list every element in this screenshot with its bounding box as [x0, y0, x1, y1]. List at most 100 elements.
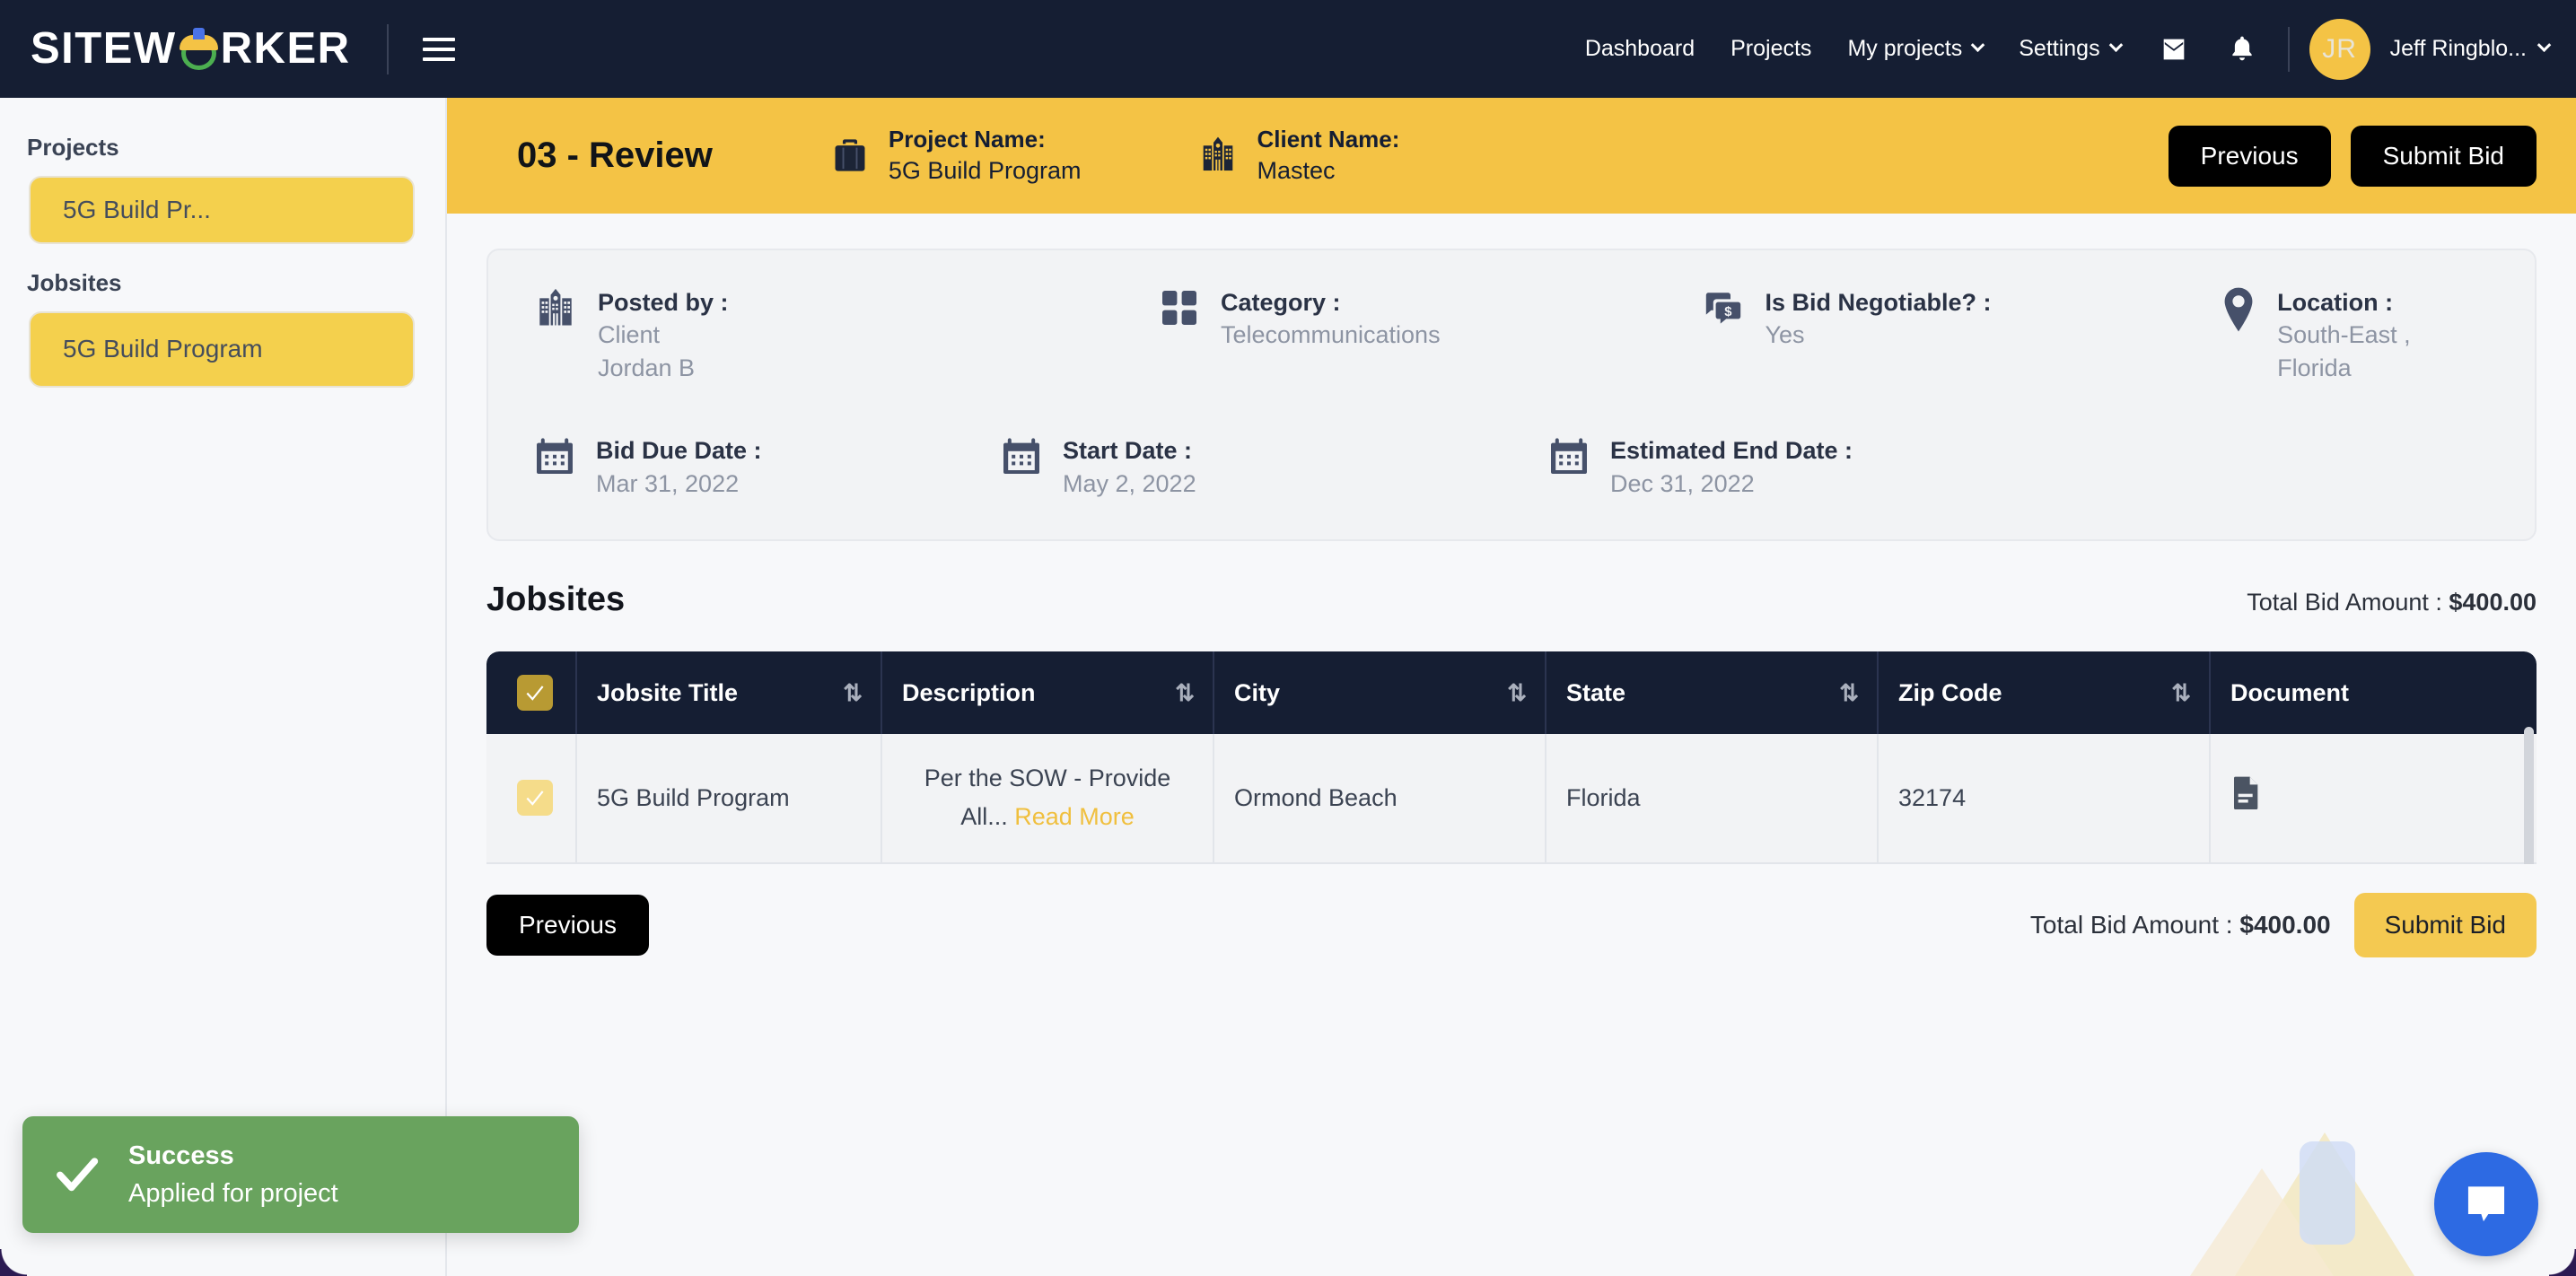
table-header-row: Jobsite Title ⇅ Description ⇅ City ⇅ Sta…: [486, 651, 2537, 735]
table-header-city[interactable]: City ⇅: [1214, 651, 1546, 735]
app-window: SITEW RKER Dashboard Projects My project…: [0, 0, 2576, 1276]
jobsites-section-header: Jobsites Total Bid Amount : $400.00: [486, 581, 2537, 619]
detail-estimated-end-date-value: Dec 31, 2022: [1610, 469, 1755, 497]
avatar[interactable]: JR: [2309, 18, 2370, 80]
notification-bell-icon[interactable]: [2209, 34, 2275, 65]
submit-bid-button-top[interactable]: Submit Bid: [2350, 125, 2537, 187]
header-project-value: 5G Build Program: [888, 156, 1082, 184]
map-pin-icon: [2220, 286, 2257, 333]
table-header-jobsite-title[interactable]: Jobsite Title ⇅: [576, 651, 882, 735]
chat-dollar-icon: $: [1702, 286, 1745, 329]
hamburger-menu-icon[interactable]: [422, 37, 455, 61]
select-all-checkbox[interactable]: [517, 675, 553, 712]
nav-separator: [2287, 26, 2290, 72]
chat-bubble-icon[interactable]: [2434, 1152, 2538, 1256]
detail-bid-due-date: Bid Due Date : Mar 31, 2022: [533, 434, 1000, 500]
check-icon: [526, 791, 544, 807]
top-navigation-bar: SITEW RKER Dashboard Projects My project…: [0, 0, 2576, 98]
nav-link-projects-label: Projects: [1730, 36, 1812, 61]
sidebar-item-project-5g-build[interactable]: 5G Build Pr...: [29, 176, 415, 245]
table-row[interactable]: 5G Build Program Per the SOW - Provide A…: [486, 734, 2537, 864]
calendar-icon: [1547, 434, 1590, 477]
jobsites-total-bid-value: $400.00: [2449, 589, 2537, 616]
detail-category: Category : Telecommunications: [1158, 286, 1702, 384]
table-cell-city: Ormond Beach: [1214, 734, 1546, 864]
detail-bid-due-date-value: Mar 31, 2022: [596, 469, 740, 497]
header-project-info: Project Name: 5G Build Program: [829, 125, 1082, 187]
detail-posted-by-label: Posted by :: [598, 289, 729, 316]
chevron-down-icon: [2537, 38, 2552, 53]
table-header-zip-code-label: Zip Code: [1898, 678, 2002, 706]
nav-link-projects[interactable]: Projects: [1713, 36, 1829, 62]
nav-link-my-projects[interactable]: My projects: [1829, 36, 2001, 62]
row-checkbox[interactable]: [517, 780, 553, 817]
table-header-description-label: Description: [902, 678, 1036, 706]
nav-divider: [386, 23, 389, 74]
jobsites-table-body: 5G Build Program Per the SOW - Provide A…: [486, 734, 2537, 864]
detail-location-value: South-East , Florida: [2277, 321, 2411, 381]
previous-button-bottom[interactable]: Previous: [486, 894, 649, 956]
table-header-document: Document: [2210, 651, 2537, 735]
table-cell-select[interactable]: [486, 734, 577, 864]
table-header-state-label: State: [1566, 678, 1626, 706]
user-menu[interactable]: Jeff Ringblo...: [2370, 36, 2552, 62]
detail-location-label: Location :: [2277, 289, 2394, 316]
detail-posted-by-person: Jordan B: [598, 354, 696, 381]
detail-start-date-value: May 2, 2022: [1063, 469, 1196, 497]
read-more-link[interactable]: Read More: [1014, 803, 1135, 830]
calendar-icon: [533, 434, 576, 477]
table-header-description[interactable]: Description ⇅: [881, 651, 1214, 735]
avatar-initials: JR: [2322, 33, 2357, 64]
table-header-state[interactable]: State ⇅: [1546, 651, 1879, 735]
toast-message: Applied for project: [128, 1179, 338, 1208]
toast-title: Success: [128, 1141, 234, 1170]
table-header-zip-code[interactable]: Zip Code ⇅: [1878, 651, 2211, 735]
brand-logo[interactable]: SITEW RKER: [0, 27, 351, 71]
nav-link-settings-label: Settings: [2019, 36, 2100, 61]
detail-bid-negotiable-label: Is Bid Negotiable? :: [1765, 289, 1992, 316]
sort-arrows-icon[interactable]: ⇅: [825, 679, 863, 707]
submit-bid-button-bottom[interactable]: Submit Bid: [2353, 892, 2537, 957]
table-cell-document[interactable]: [2210, 734, 2537, 864]
jobsites-table: Jobsite Title ⇅ Description ⇅ City ⇅ Sta…: [486, 651, 2537, 864]
sort-arrows-icon[interactable]: ⇅: [1157, 679, 1195, 707]
nav-link-my-projects-label: My projects: [1847, 36, 1963, 61]
detail-posted-by: Posted by : Client Jordan B: [533, 286, 1158, 384]
sidebar-heading-projects: Projects: [27, 134, 119, 161]
sidebar-item-jobsite-5g-build-program[interactable]: 5G Build Program: [29, 311, 415, 388]
footer-actions: Previous Total Bid Amount : $400.00 Subm…: [486, 892, 2537, 957]
table-header-jobsite-title-label: Jobsite Title: [597, 678, 739, 706]
sort-arrows-icon[interactable]: ⇅: [1489, 679, 1527, 707]
sort-arrows-icon[interactable]: ⇅: [1821, 679, 1859, 707]
sort-arrows-icon[interactable]: ⇅: [2153, 679, 2191, 707]
window-corner-bottom-right: [2549, 1249, 2576, 1276]
document-file-icon[interactable]: [2230, 776, 2263, 816]
previous-button-top[interactable]: Previous: [2168, 125, 2331, 187]
detail-bid-due-date-label: Bid Due Date :: [596, 437, 762, 465]
header-client-value: Mastec: [1257, 156, 1336, 184]
table-cell-zip-code: 32174: [1878, 734, 2211, 864]
nav-link-dashboard[interactable]: Dashboard: [1567, 36, 1713, 62]
table-header-document-label: Document: [2230, 678, 2350, 706]
svg-text:$: $: [1725, 305, 1733, 319]
page-header-bar: 03 - Review Project Name: 5G Build Progr…: [447, 98, 2576, 214]
check-icon: [526, 686, 544, 701]
brand-logo-text: SITEW RKER: [31, 27, 351, 71]
window-corner-bottom-left: [0, 1249, 27, 1276]
chevron-down-icon: [1970, 38, 1985, 53]
briefcase-icon: [829, 135, 871, 176]
nav-links-group: Dashboard Projects My projects Settings …: [1567, 18, 2576, 80]
brand-logo-text-part2: RKER: [220, 24, 351, 73]
table-vertical-scrollbar[interactable]: [2524, 727, 2534, 864]
details-row-2: Bid Due Date : Mar 31, 2022 Start Date:…: [533, 434, 2490, 500]
mail-icon[interactable]: [2139, 34, 2209, 65]
table-header-select-all[interactable]: [486, 651, 577, 735]
project-details-card: Posted by : Client Jordan B Category: T…: [486, 249, 2537, 542]
nav-link-settings[interactable]: Settings: [2001, 36, 2138, 62]
footer-total-bid-value: $400.00: [2239, 910, 2331, 939]
detail-start-date-label: Start Date :: [1063, 437, 1193, 465]
details-row-1: Posted by : Client Jordan B Category: T…: [533, 286, 2490, 384]
table-header-city-label: City: [1234, 678, 1281, 706]
success-toast: Success Applied for project: [22, 1116, 579, 1233]
header-actions: Previous Submit Bid: [2168, 125, 2537, 187]
